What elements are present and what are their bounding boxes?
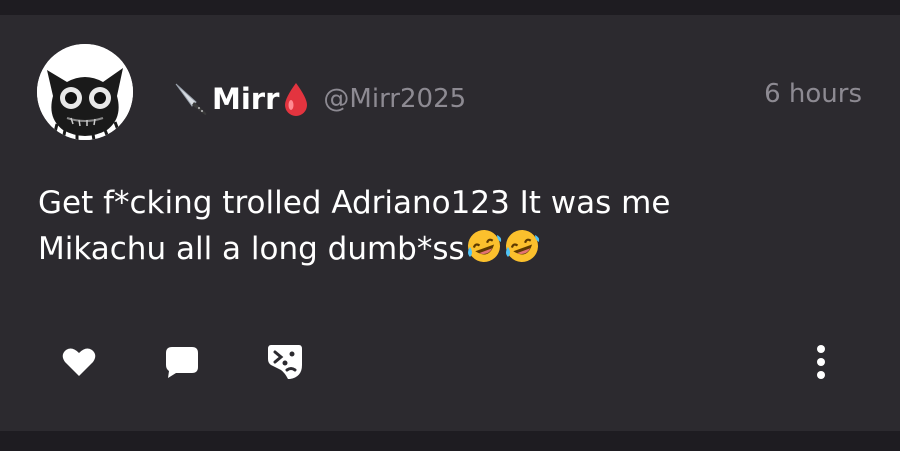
post-body-line: Get f*cking trolled Adriano123 It was me [38,185,671,221]
heart-icon [62,348,96,376]
blood-drop-icon [281,80,311,118]
author-handle[interactable]: @Mirr2025 [323,84,466,114]
comment-button[interactable] [163,343,201,381]
more-vertical-icon [817,345,825,379]
share-button[interactable] [266,343,304,381]
post-actions-bar [0,337,900,387]
post-body: Get f*cking trolled Adriano123 It was me… [38,180,858,272]
like-button[interactable] [60,343,98,381]
author-display-name[interactable]: Mirr [212,82,279,116]
post-card: Mirr @Mirr2025 6 hours Get f*cking troll… [0,15,900,431]
author-avatar[interactable] [37,44,133,140]
post-body-line-2: Mikachu all a long dumb*ss [38,226,858,272]
post-body-line: Mikachu all a long dumb*ss [38,231,465,267]
post-timestamp: 6 hours [764,79,862,109]
black-cat-avatar-icon [37,44,133,140]
share-icon [268,345,302,379]
author-row: Mirr @Mirr2025 [172,77,466,121]
knife-icon [172,80,210,118]
comment-icon [166,347,198,378]
rolling-on-floor-laughing-emoji-icon [465,227,503,265]
rolling-on-floor-laughing-emoji-icon [503,227,541,265]
more-options-button[interactable] [802,343,840,381]
